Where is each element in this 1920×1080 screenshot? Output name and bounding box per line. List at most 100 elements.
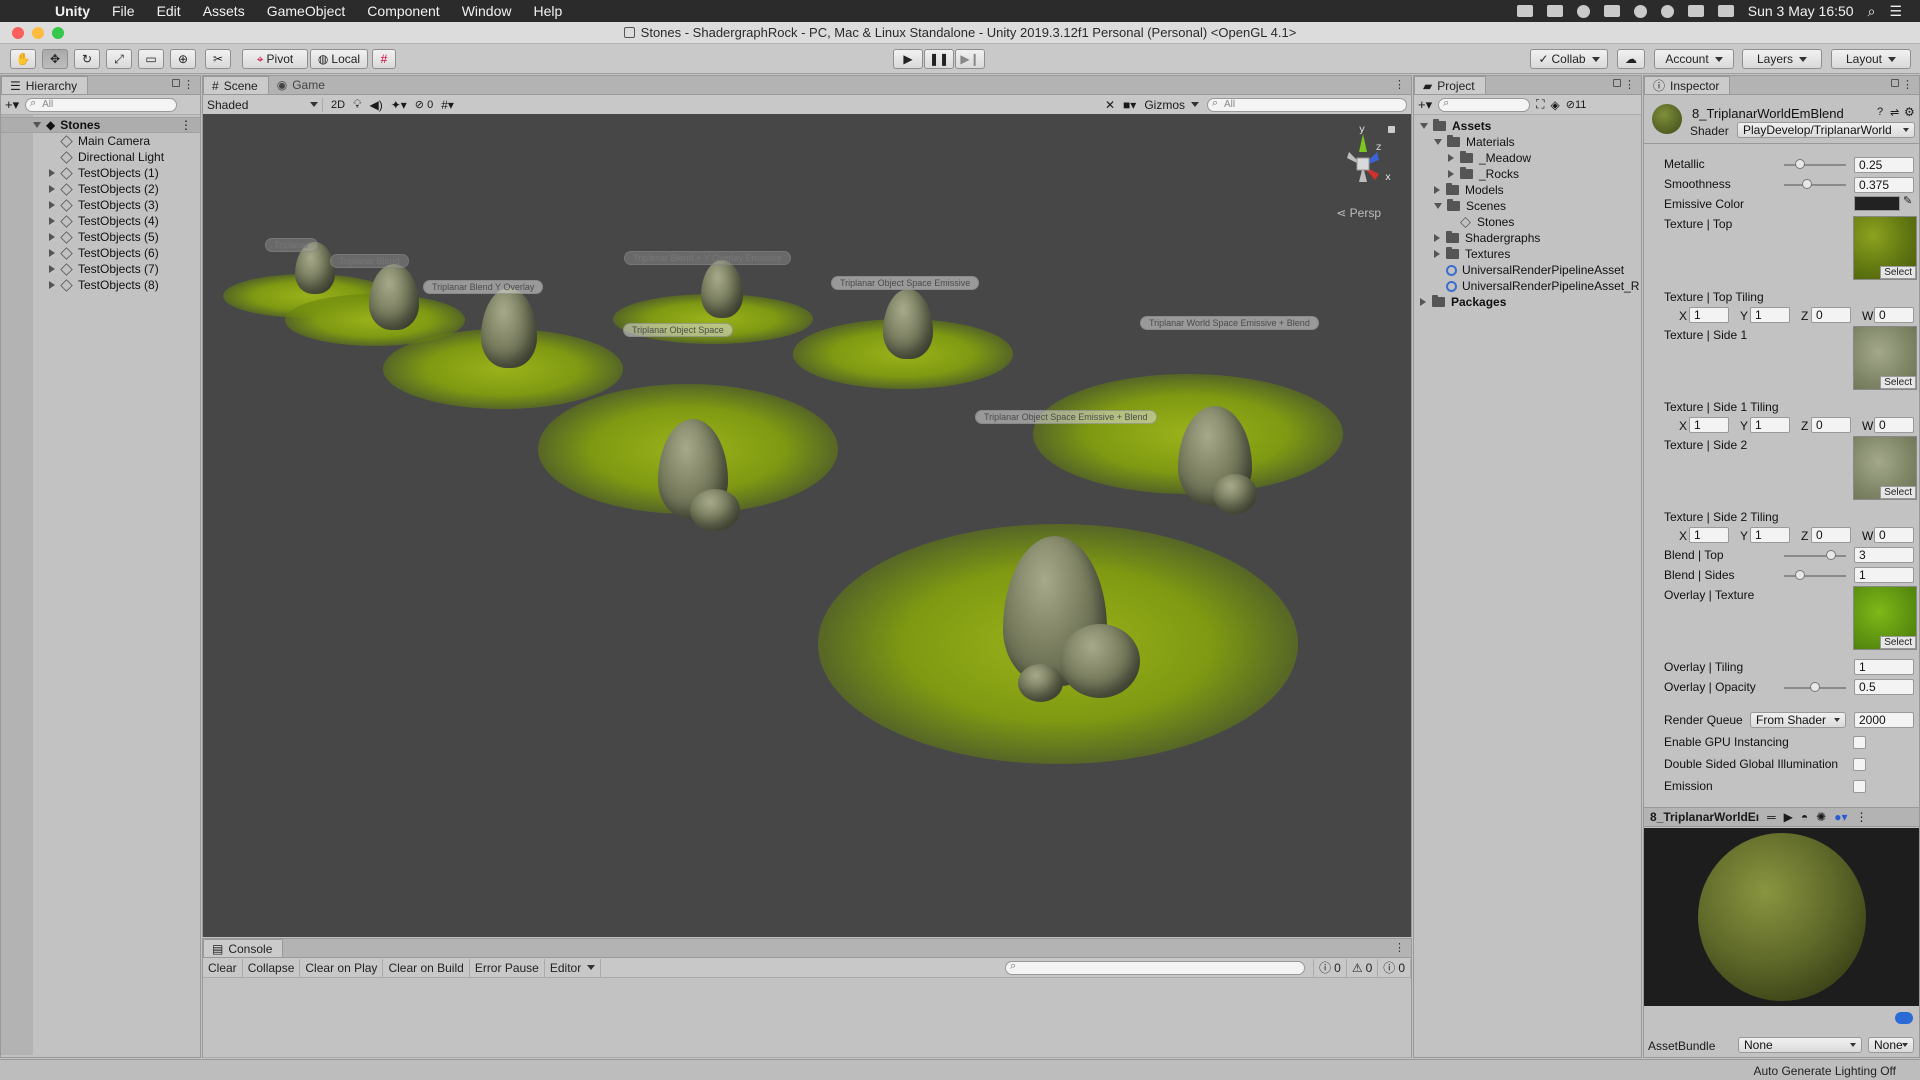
scene-viewport[interactable]: Triplanar Triplanar Blend Triplanar Blen…	[203, 114, 1411, 937]
blend-sides-slider-thumb[interactable]	[1794, 570, 1805, 580]
tree-item-meadow[interactable]: _Meadow	[1414, 150, 1641, 166]
expand-icon[interactable]	[1420, 123, 1428, 129]
panel-menu-icon[interactable]: ⋮	[1902, 78, 1913, 91]
transform-tool-button[interactable]: ⊕	[170, 49, 196, 69]
top-tiling-z-field[interactable]: 0	[1811, 307, 1851, 323]
hidden-objects-toggle[interactable]: ⊘ 0	[415, 98, 433, 111]
side2-tiling-y-field[interactable]: 1	[1750, 527, 1790, 543]
messages-tray-icon[interactable]	[1546, 5, 1563, 17]
expand-icon[interactable]	[1448, 154, 1454, 162]
orientation-gizmo[interactable]: y z x	[1331, 124, 1395, 204]
warning-count-toggle[interactable]: ⚠ 0	[1347, 958, 1379, 977]
texture-top-thumbnail[interactable]: Select	[1853, 216, 1917, 280]
list-item[interactable]: TestObjects (2)	[1, 181, 200, 197]
tab-hierarchy[interactable]: ☰ Hierarchy	[1, 76, 89, 94]
info-count-toggle[interactable]: ⓘ 0	[1313, 958, 1347, 977]
expand-icon[interactable]	[49, 201, 55, 209]
rock-model[interactable]	[883, 289, 933, 359]
tab-project[interactable]: ▰ Project	[1414, 76, 1486, 94]
expand-icon[interactable]	[1434, 139, 1442, 145]
rock-model[interactable]	[1060, 624, 1140, 698]
asset-label-icon[interactable]	[1895, 1012, 1913, 1024]
overlay-opacity-slider-thumb[interactable]	[1810, 682, 1820, 692]
hidden-packages-toggle[interactable]: ⊘11	[1566, 98, 1587, 111]
pause-button[interactable]: ❚❚	[924, 49, 954, 69]
maximize-window-button[interactable]	[52, 27, 64, 39]
editor-dropdown[interactable]: Editor	[545, 958, 602, 977]
smoothness-slider-track[interactable]	[1784, 184, 1846, 186]
blend-sides-field[interactable]: 1	[1854, 567, 1914, 583]
select-button[interactable]: Select	[1880, 376, 1916, 389]
lock-icon[interactable]	[1891, 79, 1899, 87]
tree-item-models[interactable]: Models	[1414, 182, 1641, 198]
menu-assets[interactable]: Assets	[192, 3, 256, 19]
panel-menu-icon[interactable]: ⋮	[1394, 941, 1405, 954]
panel-menu-icon[interactable]: ⋮	[1624, 78, 1635, 91]
effects-dropdown-icon[interactable]: ✦▾	[391, 98, 407, 112]
panel-menu-icon[interactable]: ⋮	[1394, 78, 1405, 91]
shader-dropdown[interactable]: PlayDevelop/TriplanarWorld	[1737, 122, 1915, 138]
rotate-tool-button[interactable]: ↻	[74, 49, 100, 69]
hierarchy-scene-row[interactable]: ◆ Stones ⋮	[1, 117, 200, 133]
rock-model[interactable]	[701, 260, 743, 318]
tree-item-urp-renderer[interactable]: UniversalRenderPipelineAsset_R	[1414, 278, 1641, 294]
hand-tool-button[interactable]: ✋	[10, 49, 36, 69]
preview-menu-icon[interactable]: ⋮	[1856, 810, 1868, 824]
overlay-tiling-field[interactable]: 1	[1854, 659, 1914, 675]
tree-item-assets[interactable]: Assets	[1414, 118, 1641, 134]
minimize-window-button[interactable]	[32, 27, 44, 39]
lighting-status[interactable]: Auto Generate Lighting Off	[1753, 1064, 1896, 1078]
drag-handle-icon[interactable]: ═	[1767, 810, 1776, 824]
grid-snap-button[interactable]: #	[372, 49, 396, 69]
expand-icon[interactable]	[1434, 250, 1440, 258]
expand-icon[interactable]	[1434, 203, 1442, 209]
select-button[interactable]: Select	[1880, 486, 1916, 499]
tree-item-materials[interactable]: Materials	[1414, 134, 1641, 150]
clear-on-build-toggle[interactable]: Clear on Build	[383, 958, 470, 977]
metallic-slider-thumb[interactable]	[1794, 159, 1805, 169]
top-tiling-w-field[interactable]: 0	[1874, 307, 1914, 323]
side1-tiling-x-field[interactable]: 1	[1689, 417, 1729, 433]
grid-toggle-icon[interactable]: #▾	[441, 98, 454, 112]
assetbundle-variant-dropdown[interactable]: None	[1868, 1037, 1914, 1053]
smoothness-field[interactable]: 0.375	[1854, 177, 1914, 193]
tools-icon[interactable]: ✕	[1105, 98, 1115, 112]
list-item[interactable]: TestObjects (6)	[1, 245, 200, 261]
lighting-toggle-icon[interactable]: 💡︎	[353, 97, 361, 112]
eyedropper-icon[interactable]: ✎	[1903, 194, 1912, 207]
projection-toggle[interactable]: ⋖ Persp	[1336, 206, 1381, 220]
rect-tool-button[interactable]: ▭	[138, 49, 164, 69]
tree-item-textures[interactable]: Textures	[1414, 246, 1641, 262]
pivot-toggle[interactable]: ⌖ Pivot	[242, 49, 308, 69]
blend-top-slider-track[interactable]	[1784, 555, 1846, 557]
scene-menu-icon[interactable]: ⋮	[180, 118, 192, 132]
tree-item-scenes[interactable]: Scenes	[1414, 198, 1641, 214]
menu-file[interactable]: File	[101, 3, 146, 19]
tree-item-shadergraphs[interactable]: Shadergraphs	[1414, 230, 1641, 246]
material-preview[interactable]	[1644, 828, 1919, 1006]
menu-window[interactable]: Window	[451, 3, 523, 19]
select-button[interactable]: Select	[1880, 266, 1916, 279]
menu-edit[interactable]: Edit	[146, 3, 192, 19]
account-dropdown[interactable]: Account	[1654, 49, 1734, 69]
error-pause-toggle[interactable]: Error Pause	[470, 958, 545, 977]
gizmos-dropdown[interactable]: Gizmos	[1144, 98, 1199, 112]
list-item[interactable]: TestObjects (1)	[1, 165, 200, 181]
list-item[interactable]: TestObjects (4)	[1, 213, 200, 229]
rock-model[interactable]	[369, 264, 419, 330]
menu-component[interactable]: Component	[356, 3, 450, 19]
search-by-label-icon[interactable]: ◈	[1551, 98, 1560, 112]
list-item[interactable]: TestObjects (7)	[1, 261, 200, 277]
layers-dropdown[interactable]: Layers	[1742, 49, 1822, 69]
blend-top-slider-thumb[interactable]	[1825, 550, 1836, 560]
emissive-color-swatch[interactable]	[1854, 196, 1900, 211]
hand-tray-icon[interactable]	[1603, 5, 1620, 17]
collapse-toggle[interactable]: Collapse	[243, 958, 301, 977]
panel-menu-icon[interactable]: ⋮	[183, 78, 194, 91]
audio-toggle-icon[interactable]: ◀)	[369, 98, 382, 112]
side2-tiling-z-field[interactable]: 0	[1811, 527, 1851, 543]
metallic-slider-track[interactable]	[1784, 164, 1846, 166]
assetbundle-dropdown[interactable]: None	[1738, 1037, 1862, 1053]
move-tool-button[interactable]: ✥	[42, 49, 68, 69]
play-button[interactable]: ▶	[893, 49, 923, 69]
